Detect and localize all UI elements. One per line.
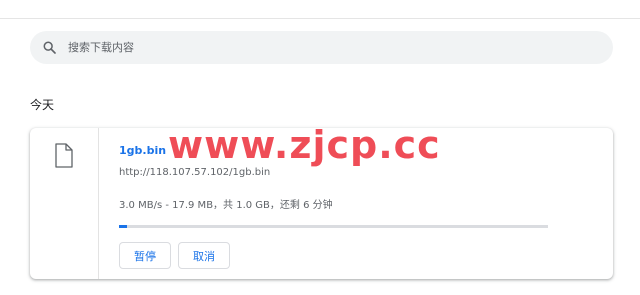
file-url[interactable]: http://118.107.57.102/1gb.bin [119,167,270,178]
download-status: 3.0 MB/s - 17.9 MB，共 1.0 GB，还剩 6 分钟 [119,200,333,211]
search-input[interactable] [68,37,568,58]
cancel-button[interactable]: 取消 [178,242,230,269]
file-icon [52,142,76,170]
pause-button[interactable]: 暂停 [119,242,171,269]
top-divider [0,18,640,19]
downloads-page: 今天 1gb.bin http://118.107.57.102/1gb.bin… [0,0,640,295]
date-heading: 今天 [30,98,55,112]
file-name-link[interactable]: 1gb.bin [119,144,166,157]
search-bar[interactable] [30,31,613,64]
progress-bar [119,225,548,228]
progress-fill [119,225,127,228]
search-icon[interactable] [42,41,56,55]
file-icon-column [30,128,99,279]
watermark: www.zjcp.cc [168,123,441,167]
